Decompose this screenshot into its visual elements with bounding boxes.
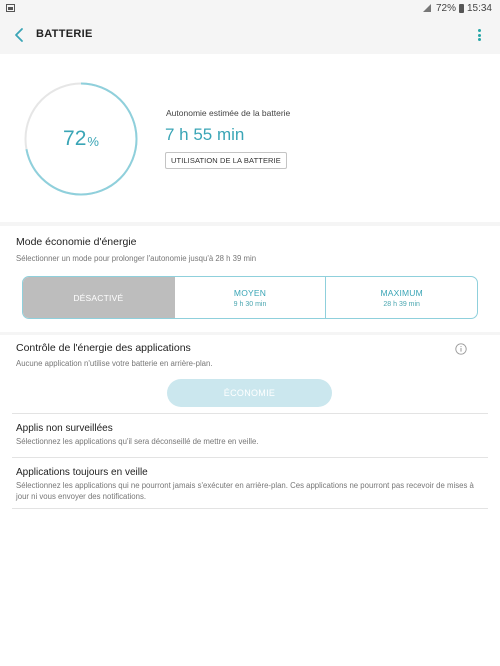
clock: 15:34 (466, 2, 492, 14)
battery-percentage: 72% (24, 82, 138, 196)
mode-off[interactable]: DÉSACTIVÉ (23, 277, 175, 318)
power-saving-card: Mode économie d'énergie Sélectionner un … (0, 226, 500, 332)
mode-maximum-label: MAXIMUM (380, 287, 423, 298)
mode-off-label: DÉSACTIVÉ (73, 292, 124, 303)
mode-medium[interactable]: MOYEN 9 h 30 min (175, 277, 327, 318)
back-arrow-icon[interactable] (12, 26, 28, 44)
unmonitored-apps-desc: Sélectionnez les applications qu'il sera… (16, 437, 259, 446)
power-saving-subtitle: Sélectionner un mode pour prolonger l'au… (16, 254, 257, 263)
power-saving-title: Mode économie d'énergie (16, 236, 137, 248)
power-mode-selector: DÉSACTIVÉ MOYEN 9 h 30 min MAXIMUM 28 h … (22, 276, 478, 319)
mode-maximum[interactable]: MAXIMUM 28 h 39 min (326, 277, 477, 318)
divider (12, 457, 488, 458)
battery-usage-button[interactable]: UTILISATION DE LA BATTERIE (165, 152, 287, 169)
always-sleeping-apps-desc: Sélectionnez les applications qui ne pou… (16, 481, 474, 501)
percent-sign: % (87, 133, 99, 149)
signal-icon (422, 4, 431, 12)
battery-summary-card: 72% Autonomie estimée de la batterie 7 h… (0, 54, 500, 222)
status-bar: 72% 15:34 (0, 0, 500, 16)
app-bar: BATTERIE (0, 16, 500, 54)
divider (12, 508, 488, 509)
unmonitored-apps-title: Applis non surveillées (16, 423, 113, 434)
battery-icon (458, 3, 464, 13)
app-power-title: Contrôle de l'énergie des applications (16, 342, 191, 354)
status-right: 72% 15:34 (422, 2, 492, 14)
always-sleeping-apps-title: Applications toujours en veille (16, 467, 148, 478)
divider (12, 413, 488, 414)
more-options-icon[interactable] (474, 27, 484, 43)
estimated-autonomy-time: 7 h 55 min (165, 125, 245, 144)
info-icon[interactable] (455, 343, 467, 355)
battery-percent-status: 72% (435, 2, 456, 14)
mode-medium-label: MOYEN (233, 287, 267, 298)
app-power-subtitle: Aucune application n'utilise votre batte… (16, 359, 213, 368)
economy-button[interactable]: ÉCONOMIE (167, 379, 332, 407)
mode-maximum-time: 28 h 39 min (383, 300, 420, 308)
app-power-card: Contrôle de l'énergie des applications A… (0, 335, 500, 666)
mode-medium-time: 9 h 30 min (233, 300, 267, 308)
battery-percentage-value: 72 (63, 127, 87, 150)
page-title: BATTERIE (36, 28, 93, 40)
image-notification-icon (6, 4, 15, 12)
estimated-autonomy-label: Autonomie estimée de la batterie (166, 108, 291, 118)
